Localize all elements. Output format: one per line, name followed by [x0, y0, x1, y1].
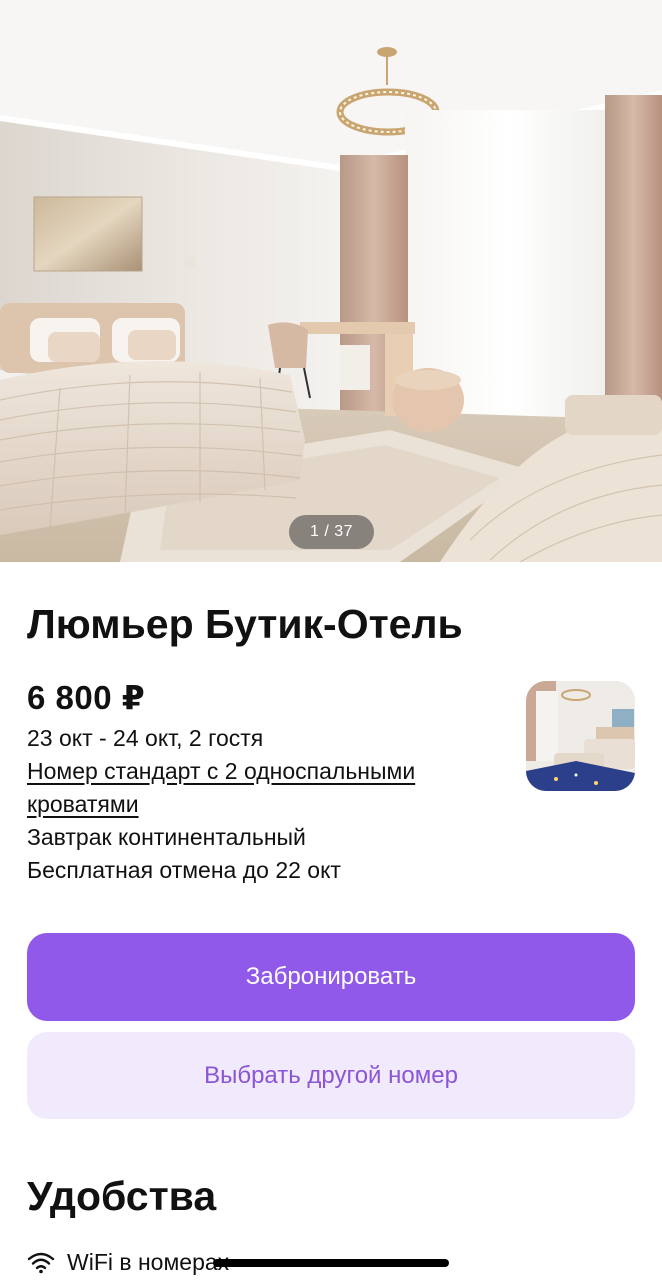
- room-offer: 6 800 ₽ 23 окт - 24 окт, 2 гостя Номер с…: [27, 676, 507, 887]
- room-type-link[interactable]: Номер стандарт с 2 односпальными кроватя…: [27, 755, 507, 821]
- wifi-icon: [27, 1252, 55, 1274]
- hotel-photo-gallery[interactable]: 1 / 37: [0, 0, 662, 562]
- amenity-label: WiFi в номерах: [67, 1249, 230, 1275]
- choose-other-room-button[interactable]: Выбрать другой номер: [27, 1032, 635, 1119]
- offer-dates-guests: 23 окт - 24 окт, 2 гостя: [27, 725, 264, 751]
- home-indicator[interactable]: [213, 1259, 449, 1267]
- book-button[interactable]: Забронировать: [27, 933, 635, 1021]
- room-thumbnail[interactable]: [526, 681, 635, 791]
- offer-meal: Завтрак континентальный: [27, 824, 306, 850]
- amenity-item: WiFi в номерах: [27, 1244, 229, 1280]
- offer-cancellation: Бесплатная отмена до 22 окт: [27, 857, 341, 883]
- offer-price: 6 800 ₽: [27, 679, 146, 716]
- hotel-title: Люмьер Бутик-Отель: [27, 601, 463, 647]
- amenities-title: Удобства: [27, 1173, 217, 1219]
- room-thumbnail-image: [526, 681, 635, 791]
- photo-counter: 1 / 37: [289, 515, 374, 549]
- hotel-room-photo: [0, 0, 662, 562]
